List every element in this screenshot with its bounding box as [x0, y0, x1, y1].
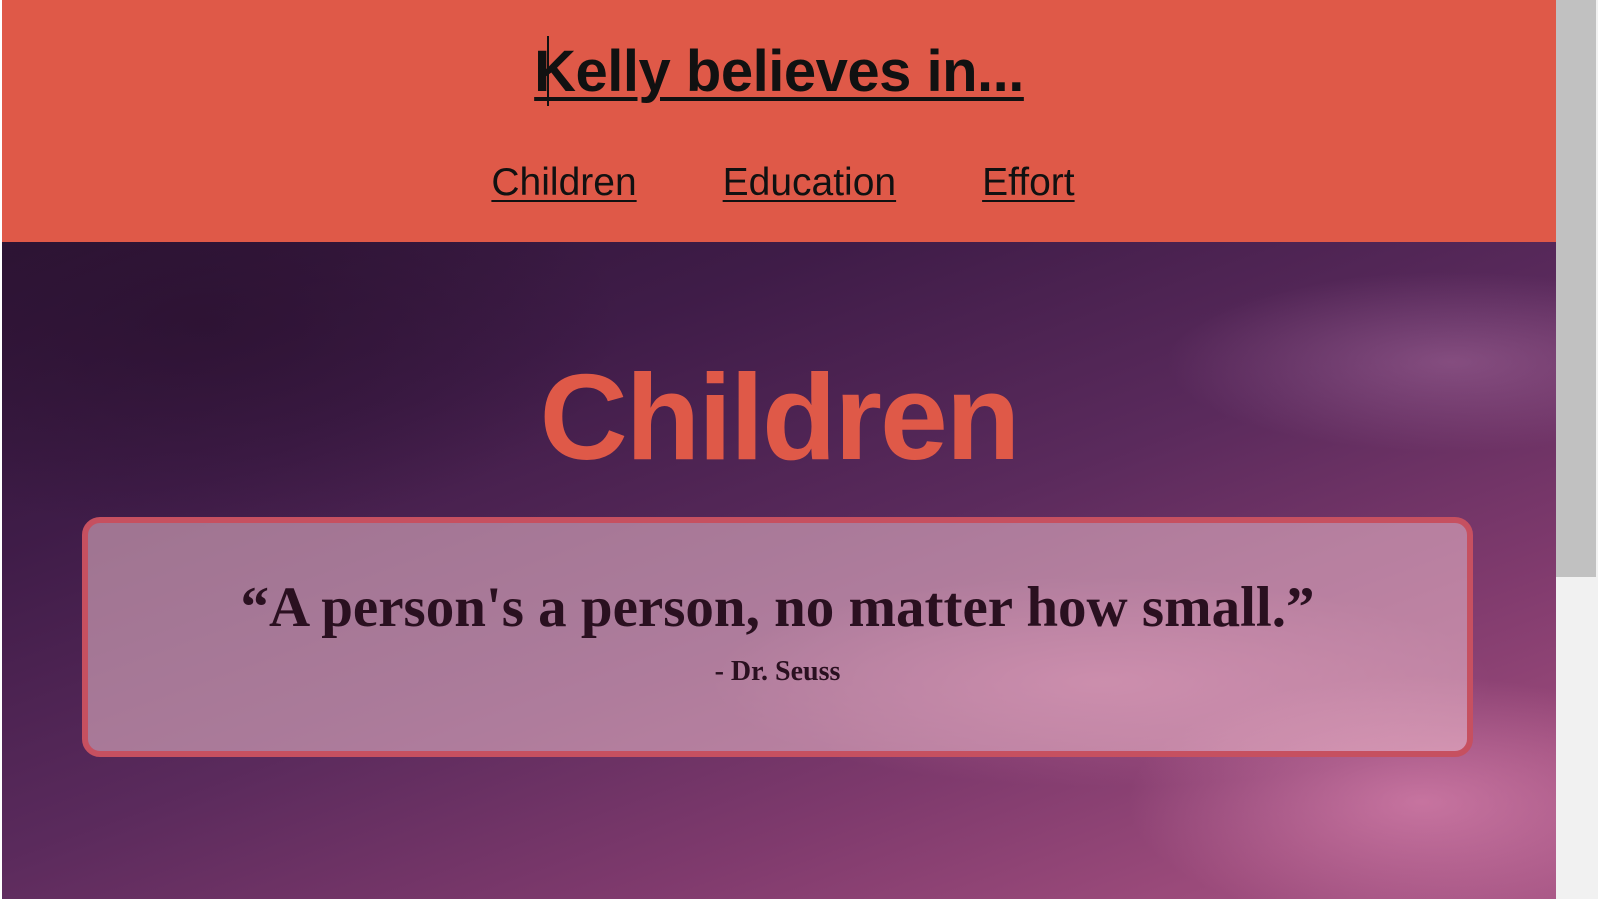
nav-link-education[interactable]: Education — [723, 158, 896, 208]
section-title: Children — [539, 349, 1021, 485]
site-header: Kelly believes in... Children Education … — [2, 0, 1556, 242]
nav-link-effort[interactable]: Effort — [982, 158, 1075, 208]
nav-link-children[interactable]: Children — [491, 158, 636, 208]
scrollbar-thumb[interactable] — [1556, 0, 1596, 577]
quote-text: “A person's a person, no matter how smal… — [240, 576, 1315, 639]
quote-card: “A person's a person, no matter how smal… — [82, 517, 1473, 757]
main-nav: Children Education Effort — [2, 158, 1556, 208]
children-section: Children “A person's a person, no matter… — [2, 242, 1556, 899]
site-title[interactable]: Kelly believes in... — [2, 36, 1556, 108]
quote-author: - Dr. Seuss — [714, 656, 841, 687]
page: Kelly believes in... Children Education … — [2, 0, 1556, 899]
text-caret — [547, 36, 549, 106]
vertical-scrollbar[interactable] — [1556, 0, 1598, 899]
browser-viewport: Kelly believes in... Children Education … — [0, 0, 1598, 899]
